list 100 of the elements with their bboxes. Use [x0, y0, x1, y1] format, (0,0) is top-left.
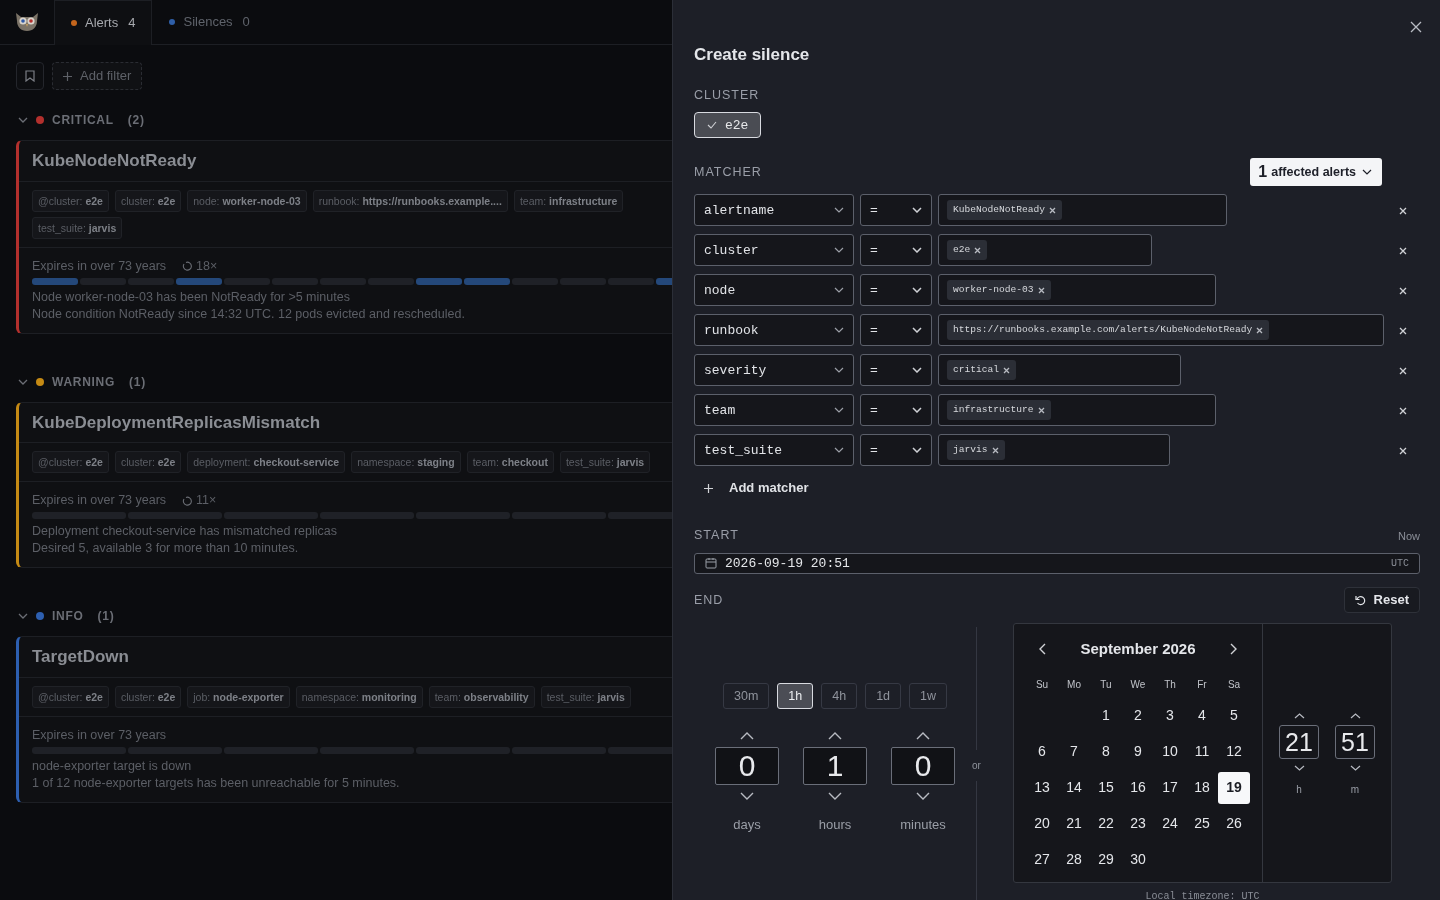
weekday-label: We [1129, 677, 1147, 692]
alert-details: 1 of 12 node-exporter targets has been unreachable for 5 minutes. [32, 774, 401, 792]
start-date-field[interactable]: 2026-09-19 20:51 UTC [694, 552, 1420, 574]
operator-select[interactable]: = [860, 394, 932, 427]
number-field[interactable]: 0 [715, 747, 779, 785]
operator-select[interactable]: = [860, 354, 932, 387]
calendar-day[interactable]: 7 [1058, 735, 1090, 768]
calendar-day[interactable]: 19 [1218, 771, 1250, 804]
calendar-day[interactable]: 8 [1090, 735, 1122, 768]
value-chip: e2e [947, 240, 988, 261]
calendar-day[interactable]: 26 [1218, 807, 1250, 840]
label-chip: team: observability [428, 685, 535, 708]
value-field[interactable]: KubeNodeNotReady [938, 194, 1228, 227]
calendar-day[interactable]: 5 [1218, 699, 1250, 732]
duration-preset-button[interactable]: 1w [909, 683, 947, 709]
operator-select[interactable]: = [860, 314, 932, 347]
calendar-day[interactable]: 2 [1122, 699, 1154, 732]
label-name-select[interactable]: severity [694, 354, 854, 387]
operator-select[interactable]: = [860, 234, 932, 267]
calendar-day[interactable]: 23 [1122, 807, 1154, 840]
calendar-day[interactable]: 18 [1186, 771, 1218, 804]
label-chip: test_suite: jarvis [540, 685, 631, 708]
value-chip: KubeNodeNotReady [947, 200, 1063, 221]
calendar-day[interactable]: 13 [1026, 771, 1058, 804]
label-chip: @cluster: e2e [32, 685, 109, 708]
weekday-label: Su [1034, 677, 1050, 692]
tab-count: 4 [128, 14, 136, 33]
calendar-day[interactable]: 11 [1186, 735, 1218, 768]
calendar-day[interactable]: 3 [1154, 699, 1186, 732]
time-field[interactable]: 51 [1335, 725, 1375, 759]
value-field[interactable]: e2e [938, 234, 1153, 267]
calendar-day[interactable]: 4 [1186, 699, 1218, 732]
value-field[interactable]: worker-node-03 [938, 274, 1216, 307]
cluster-chip[interactable]: e2e [694, 112, 762, 139]
calendar-day[interactable]: 15 [1090, 771, 1122, 804]
number-field[interactable]: 1 [803, 747, 867, 785]
alert-summary: Node worker-node-03 has been NotReady for >5 minutes [32, 288, 351, 306]
reset-button[interactable]: Reset [1343, 587, 1420, 613]
calendar-day[interactable]: 24 [1154, 807, 1186, 840]
group-count: (1) [97, 608, 115, 625]
calendar-day[interactable]: 1 [1090, 699, 1122, 732]
label-chip: node: worker-node-03 [187, 189, 307, 212]
group-name: CRITICAL [52, 112, 114, 129]
value-field[interactable]: critical [938, 354, 1182, 387]
unit-label: m [1350, 783, 1360, 797]
affected-alerts-button[interactable]: 1 affected alerts [1250, 158, 1382, 187]
now-link[interactable]: Now [1398, 528, 1420, 545]
repeat-count: 11× [196, 492, 217, 509]
calendar-day[interactable]: 17 [1154, 771, 1186, 804]
label-chip: runbook: https://runbooks.example.... [312, 189, 508, 212]
operator-select[interactable]: = [860, 194, 932, 227]
weekday-label: Mo [1066, 677, 1082, 692]
duration-preset-button[interactable]: 1h [777, 683, 814, 709]
label-name-select[interactable]: runbook [694, 314, 854, 347]
label-name-select[interactable]: cluster [694, 234, 854, 267]
calendar-day[interactable]: 27 [1026, 843, 1058, 876]
expiry-text: Expires in over 73 years [32, 726, 167, 744]
label-name-select[interactable]: alertname [694, 194, 854, 227]
value-field[interactable]: jarvis [938, 434, 1170, 467]
add-matcher-button[interactable]: Add matcher [694, 478, 819, 498]
calendar-day[interactable]: 22 [1090, 807, 1122, 840]
calendar-day[interactable]: 28 [1058, 843, 1090, 876]
value-chip: https://runbooks.example.com/alerts/KubeNodeNotReady [947, 320, 1270, 341]
calendar-day[interactable]: 9 [1122, 735, 1154, 768]
calendar-day[interactable]: 14 [1058, 771, 1090, 804]
repeat-count: 18× [196, 257, 218, 275]
unit-label: h [1296, 783, 1302, 797]
calendar-day[interactable]: 25 [1186, 807, 1218, 840]
calendar-day[interactable]: 10 [1154, 735, 1186, 768]
calendar-day[interactable]: 16 [1122, 771, 1154, 804]
timezone-label: UTC [1391, 556, 1409, 571]
calendar-day[interactable]: 29 [1090, 843, 1122, 876]
expiry-text: Expires in over 73 years [32, 257, 167, 275]
operator-select[interactable]: = [860, 274, 932, 307]
calendar-day[interactable]: 21 [1058, 807, 1090, 840]
operator-select[interactable]: = [860, 434, 932, 467]
duration-preset-button[interactable]: 1d [865, 683, 902, 709]
group-count: (1) [129, 373, 146, 391]
duration-preset-button[interactable]: 30m [723, 683, 770, 709]
time-field[interactable]: 21 [1279, 725, 1319, 759]
calendar-day[interactable]: 6 [1026, 735, 1058, 768]
calendar-day[interactable]: 12 [1218, 735, 1250, 768]
label-name-select[interactable]: node [694, 274, 854, 307]
label-name-select[interactable]: team [694, 394, 854, 427]
group-count: (2) [127, 112, 145, 129]
number-field[interactable]: 0 [891, 747, 955, 785]
label-chip: deployment: checkout-service [187, 451, 346, 473]
calendar-day[interactable]: 20 [1026, 807, 1058, 840]
value-field[interactable]: infrastructure [938, 394, 1216, 427]
value-chip: infrastructure [947, 400, 1051, 421]
month-title: September 2026 [1080, 639, 1196, 659]
label-name-select[interactable]: test_suite [694, 434, 854, 467]
weekday-label: Th [1163, 677, 1177, 692]
label-chip: job: node-exporter [187, 685, 290, 708]
calendar-day[interactable]: 30 [1122, 843, 1154, 876]
nav-tab[interactable]: Alerts 4 [54, 0, 153, 45]
value-field[interactable]: https://runbooks.example.com/alerts/KubeNodeNotReady [938, 314, 1384, 347]
value-chip: jarvis [947, 440, 1005, 461]
timezone-note: Local timezone: UTC [1145, 890, 1260, 900]
duration-preset-button[interactable]: 4h [821, 683, 858, 709]
